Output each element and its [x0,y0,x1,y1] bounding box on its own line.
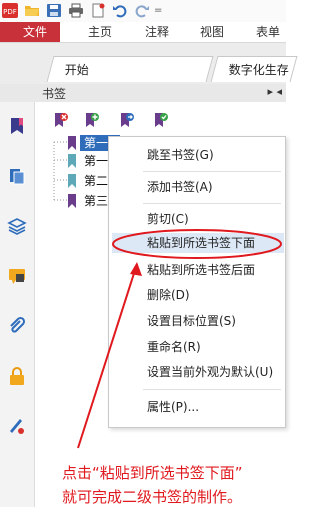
menu-bar: 文件 主页 注释 视图 表单 [0,22,286,42]
annotation-text-line2: 就可完成二级书签的制作。 [62,488,243,506]
menu-rename[interactable]: 重命名(R) [147,337,201,357]
new-icon[interactable] [90,3,106,18]
dropdown-icon[interactable]: = [154,3,170,18]
add-bookmark-icon[interactable] [84,112,100,128]
print-icon[interactable] [68,3,84,18]
menu-paste-under-selected[interactable]: 粘贴到所选书签下面 [112,233,284,253]
bookmark-flag-icon [68,154,76,168]
menu-separator [143,171,281,172]
save-icon[interactable] [46,3,62,18]
delete-bookmark-icon[interactable] [53,112,69,128]
security-icon[interactable] [7,366,27,386]
menu-separator [143,389,281,390]
menu-comment[interactable]: 注释 [145,22,169,42]
layers-icon[interactable] [7,216,27,236]
menu-view[interactable]: 视图 [200,22,224,42]
comments-icon[interactable] [7,266,27,286]
menu-file[interactable]: 文件 [0,22,60,42]
signature-icon[interactable] [7,416,27,436]
quick-access-toolbar: PDF = [0,0,286,22]
redo-icon[interactable] [134,3,150,18]
tab-start-label: 开始 [64,63,89,77]
bookmark-flag-icon [68,194,76,208]
bookmark-context-menu: 跳至书签(G) 添加书签(A) 剪切(C) 粘贴到所选书签下面 粘贴到所选书签后… [108,136,286,428]
bookmark-panel-header: 书签 ▸ ◂ [0,84,286,102]
tab-document[interactable]: 数字化生存 [210,56,298,82]
page-thumbnails-icon[interactable] [7,166,27,186]
bookmark-flag-icon [68,136,76,150]
tab-start[interactable]: 开始 [46,56,214,82]
menu-separator [143,203,281,204]
menu-delete[interactable]: 删除(D) [147,285,190,305]
navigation-sidebar [0,102,35,507]
menu-add-bookmark[interactable]: 添加书签(A) [147,177,213,197]
add-child-bookmark-icon[interactable] [119,112,135,128]
open-folder-icon[interactable] [24,3,40,18]
menu-form[interactable]: 表单 [256,22,280,42]
menu-properties[interactable]: 属性(P)... [147,397,199,417]
menu-go-to-bookmark[interactable]: 跳至书签(G) [147,145,214,165]
tab-document-label: 数字化生存 [228,63,289,77]
bookmark-properties-icon[interactable] [153,112,169,128]
menu-home[interactable]: 主页 [88,22,112,42]
undo-icon[interactable] [112,3,128,18]
panel-collapse-arrows[interactable]: ▸ ◂ [267,85,282,98]
bookmark-flag-icon [68,174,76,188]
menu-set-destination[interactable]: 设置目标位置(S) [147,311,236,331]
bookmark-icon[interactable] [7,116,27,136]
svg-text:PDF: PDF [3,8,17,16]
tab-strip: 开始 数字化生存 [0,42,298,88]
annotation-text-line1: 点击“粘贴到所选书签下面” [62,464,243,482]
menu-paste-after-selected[interactable]: 粘贴到所选书签后面 [147,260,255,280]
menu-cut[interactable]: 剪切(C) [147,209,189,229]
menu-set-default-appearance[interactable]: 设置当前外观为默认(U) [147,362,273,382]
attachments-icon[interactable] [7,316,27,336]
bookmark-panel-title: 书签 [42,87,67,101]
pdf-logo-icon[interactable]: PDF [2,3,18,18]
